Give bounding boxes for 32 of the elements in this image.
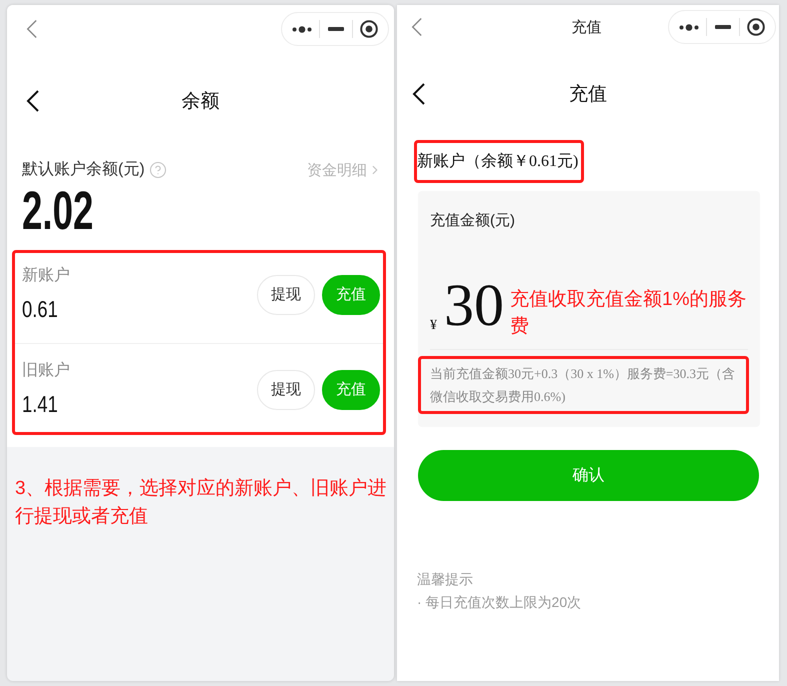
minus-icon[interactable]: [328, 27, 344, 31]
more-icon[interactable]: [292, 26, 312, 32]
back-icon[interactable]: [26, 90, 39, 112]
balance-amount: 2.02: [22, 187, 94, 235]
account-name: 新账户: [22, 266, 70, 286]
circle-dot-icon[interactable]: [747, 18, 766, 36]
details-link[interactable]: 资金明细: [307, 160, 382, 180]
page-title: 余额: [182, 90, 220, 114]
amount-label: 充值金额(元): [430, 211, 516, 231]
annotation-text: 3、根据需要，选择对应的新账户、旧账户进行提现或者充值: [14, 477, 388, 529]
withdraw-button[interactable]: 提现: [257, 274, 315, 314]
account-name: 旧账户: [22, 360, 70, 381]
withdraw-button[interactable]: 提现: [257, 370, 315, 410]
tips-title: 温馨提示: [417, 570, 473, 589]
confirm-button[interactable]: 确认: [418, 450, 759, 501]
minus-icon[interactable]: [714, 25, 731, 29]
circle-dot-icon[interactable]: [360, 20, 378, 38]
tip-text: · 每日充值次数上限为20次: [417, 593, 582, 612]
back-icon[interactable]: [412, 83, 425, 105]
page-title: 充值: [569, 83, 607, 107]
more-icon[interactable]: [678, 24, 699, 30]
account-amount: 0.61: [22, 295, 58, 324]
recharge-button[interactable]: 充值: [322, 370, 380, 410]
recharge-button[interactable]: 充值: [322, 274, 380, 314]
window-title: 充值: [572, 18, 602, 36]
account-balance-label: 新账户（余额￥0.61元): [417, 152, 578, 172]
annotation-text: 充值收取充值金额1%的服务费: [510, 288, 748, 339]
recharge-amount: 30: [444, 274, 504, 336]
balance-label: 默认账户余额(元): [22, 160, 145, 180]
account-amount: 1.41: [22, 390, 58, 419]
currency-symbol: ¥: [430, 318, 437, 334]
fee-note: 当前充值金额30元+0.3（30 x 1%）服务费=30.3元（含微信收取交易费用0.6%): [430, 365, 736, 406]
